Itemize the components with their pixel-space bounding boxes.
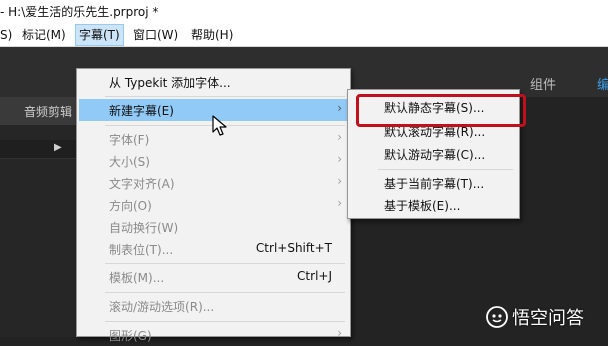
menu-divider [105,263,345,264]
play-arrow-icon[interactable]: ▶ [54,142,62,153]
chevron-right-icon: › [337,130,342,144]
menu-item-label: 方向(O) [109,199,152,213]
menu-item-label: 新建字幕(E) [109,104,174,118]
annotation-highlight-box [356,94,526,127]
menu-item-size[interactable]: 大小(S) › [79,150,348,172]
menu-marker[interactable]: 标记(M) [22,24,66,46]
menu-item-label: 从 Typekit 添加字体... [109,76,231,90]
chevron-right-icon: › [337,326,342,340]
menu-divider [105,96,345,97]
chevron-right-icon: › [337,196,342,210]
submenu-item-label: 基于模板(E)... [384,199,461,213]
menu-divider [105,292,345,293]
chevron-right-icon: › [337,152,342,166]
submenu-item-based-on-template[interactable]: 基于模板(E)... [350,194,517,216]
menu-item-label: 制表位(T)... [109,243,174,257]
submenu-item-based-on-current[interactable]: 基于当前字幕(T)... [350,172,517,194]
menu-item-label: 模板(M)... [109,271,165,285]
window-titlebar: - H:\爱生活的乐先生.prproj * [0,0,608,24]
menu-item-word-wrap[interactable]: 自动换行(W) [79,216,348,238]
menu-item-add-typekit-fonts[interactable]: 从 Typekit 添加字体... [79,71,348,93]
title-menu-dropdown: 从 Typekit 添加字体... 新建字幕(E) › 字体(F) › 大小(S… [76,68,351,343]
menu-item-label: 文字对齐(A) [109,177,175,191]
chevron-right-icon: › [337,101,342,115]
menu-help[interactable]: 帮助(H) [191,24,233,46]
menu-title[interactable]: 字幕(T) [75,24,124,46]
menu-item-label: 图形(G) [109,329,152,343]
menu-item-roll-crawl-options[interactable]: 滚动/游动选项(R)... [79,295,348,317]
submenu-item-label: 默认游动字幕(C)... [384,148,486,162]
menu-item-text-align[interactable]: 文字对齐(A) › [79,172,348,194]
menu-item-label: 滚动/游动选项(R)... [109,300,215,314]
wukong-logo-icon [486,306,508,328]
panel-row[interactable]: ▶ [0,140,76,159]
menu-window[interactable]: 窗口(W) [133,24,178,46]
tab-audio-clip[interactable]: 音频剪辑 [24,103,72,120]
submenu-item-default-crawl[interactable]: 默认游动字幕(C)... [350,143,517,165]
menu-item-label: 大小(S) [109,155,150,169]
watermark-text: 悟空问答 [512,308,584,329]
workspace-edit-tab[interactable]: 编 [597,74,608,93]
menu-item-label: 自动换行(W) [109,221,179,235]
menu-item-templates[interactable]: 模板(M)... Ctrl+J [79,266,348,288]
menu-item-orientation[interactable]: 方向(O) › [79,194,348,216]
window-title: - H:\爱生活的乐先生.prproj * [0,5,159,19]
menu-item-label: 字体(F) [109,133,150,147]
submenu-item-label: 基于当前字幕(T)... [384,177,485,191]
watermark: 悟空问答 [486,304,584,330]
menu-bar: S) 标记(M) 字幕(T) 窗口(W) 帮助(H) [0,24,608,47]
arrow-pointer-icon [212,115,227,136]
menu-item-graphic[interactable]: 图形(G) › [79,324,348,346]
menu-item-tab-stops[interactable]: 制表位(T)... Ctrl+Shift+T [79,238,348,260]
chevron-right-icon: › [337,174,342,188]
panel-header: 音频剪辑 [0,97,80,125]
submenu-divider [378,169,513,170]
workspace-component-tab[interactable]: 组件 [530,74,556,93]
menu-divider [105,321,345,322]
menu-item-shortcut: Ctrl+Shift+T [255,241,332,255]
menu-item-shortcut: Ctrl+J [297,269,332,283]
menu-sequence[interactable]: S) [0,24,12,46]
